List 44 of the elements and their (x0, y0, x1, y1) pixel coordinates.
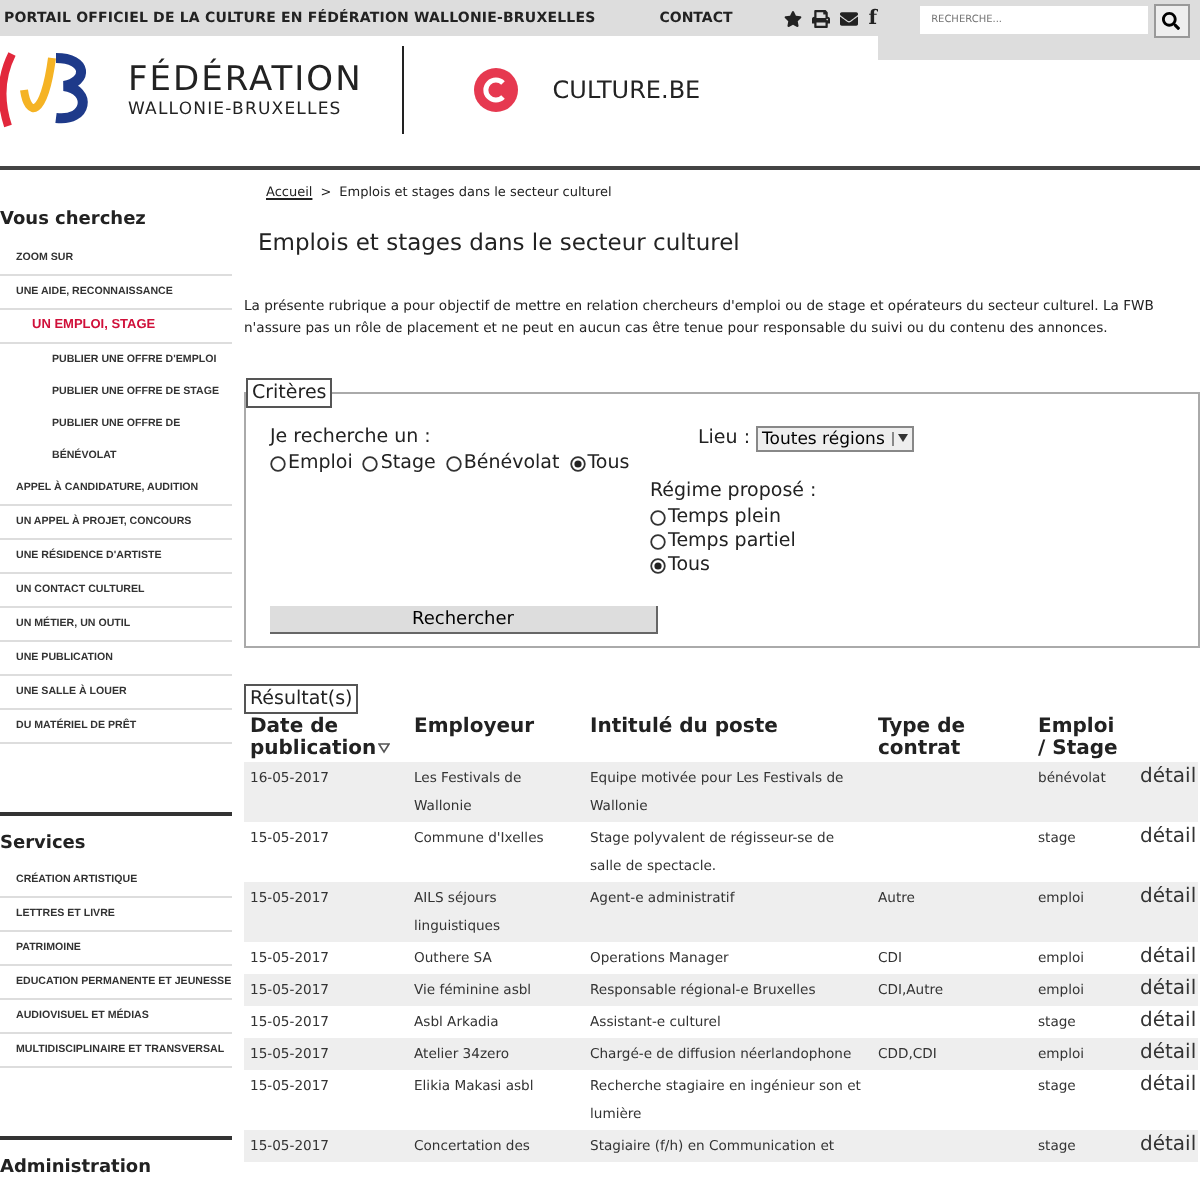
print-icon[interactable] (812, 9, 831, 27)
column-header: Intitulé du poste (588, 714, 780, 742)
sidebar-heading: Administration (0, 1136, 232, 1188)
radio-option[interactable]: Temps plein (650, 506, 781, 530)
column-header: Type de contrat (876, 714, 968, 762)
search-submit-button[interactable]: Rechercher (270, 606, 658, 634)
brand-subtitle: WALLONIE-BRUXELLES (128, 99, 344, 119)
column-header: Emploi / Stage (1036, 714, 1120, 762)
sidebar-heading: Vous cherchez (0, 208, 148, 234)
search-button[interactable] (1153, 4, 1190, 38)
site-name: CULTURE.BE (552, 75, 701, 103)
regime-label: Régime proposé : (650, 480, 819, 502)
place-label: Lieu : (698, 427, 751, 449)
detail-link[interactable]: détail (1140, 886, 1197, 908)
criteria-legend: Critères (246, 378, 333, 408)
column-header[interactable]: Date de publication (244, 714, 408, 762)
facebook-link[interactable]: f (868, 7, 878, 29)
detail-link[interactable]: détail (1140, 946, 1197, 968)
detail-link[interactable]: détail (1140, 1074, 1197, 1096)
radio-option[interactable]: Tous (569, 452, 630, 476)
radio-option[interactable]: Temps partiel (650, 530, 796, 554)
sidebar-heading: Services (0, 812, 232, 864)
detail-link[interactable]: détail (1140, 826, 1197, 848)
detail-link[interactable]: détail (1140, 1042, 1197, 1064)
star-icon[interactable] (784, 9, 803, 27)
caret-icon (898, 434, 909, 442)
detail-link[interactable]: détail (1140, 766, 1197, 788)
results-legend: Résultat(s) (244, 684, 359, 714)
place-select[interactable]: Toutes régions (756, 426, 915, 452)
sort-icon (378, 742, 391, 754)
column-header: Employeur (412, 714, 537, 742)
detail-link[interactable]: détail (1140, 978, 1197, 1000)
page-title: Emplois et stages dans le secteur culturel (258, 228, 742, 256)
culture-logo-icon (472, 65, 521, 113)
detail-link[interactable]: détail (1140, 1010, 1197, 1032)
type-label: Je recherche un : (270, 426, 433, 448)
radio-option[interactable]: Tous (650, 554, 710, 578)
detail-link[interactable]: détail (1140, 1134, 1197, 1156)
brand-title: FÉDÉRATION (128, 59, 363, 99)
search-icon (1162, 12, 1181, 30)
mail-icon[interactable] (840, 9, 859, 27)
radio-option[interactable]: Bénévolat (445, 452, 560, 476)
radio-option[interactable]: Emploi (270, 452, 353, 476)
radio-option[interactable]: Stage (362, 452, 436, 476)
